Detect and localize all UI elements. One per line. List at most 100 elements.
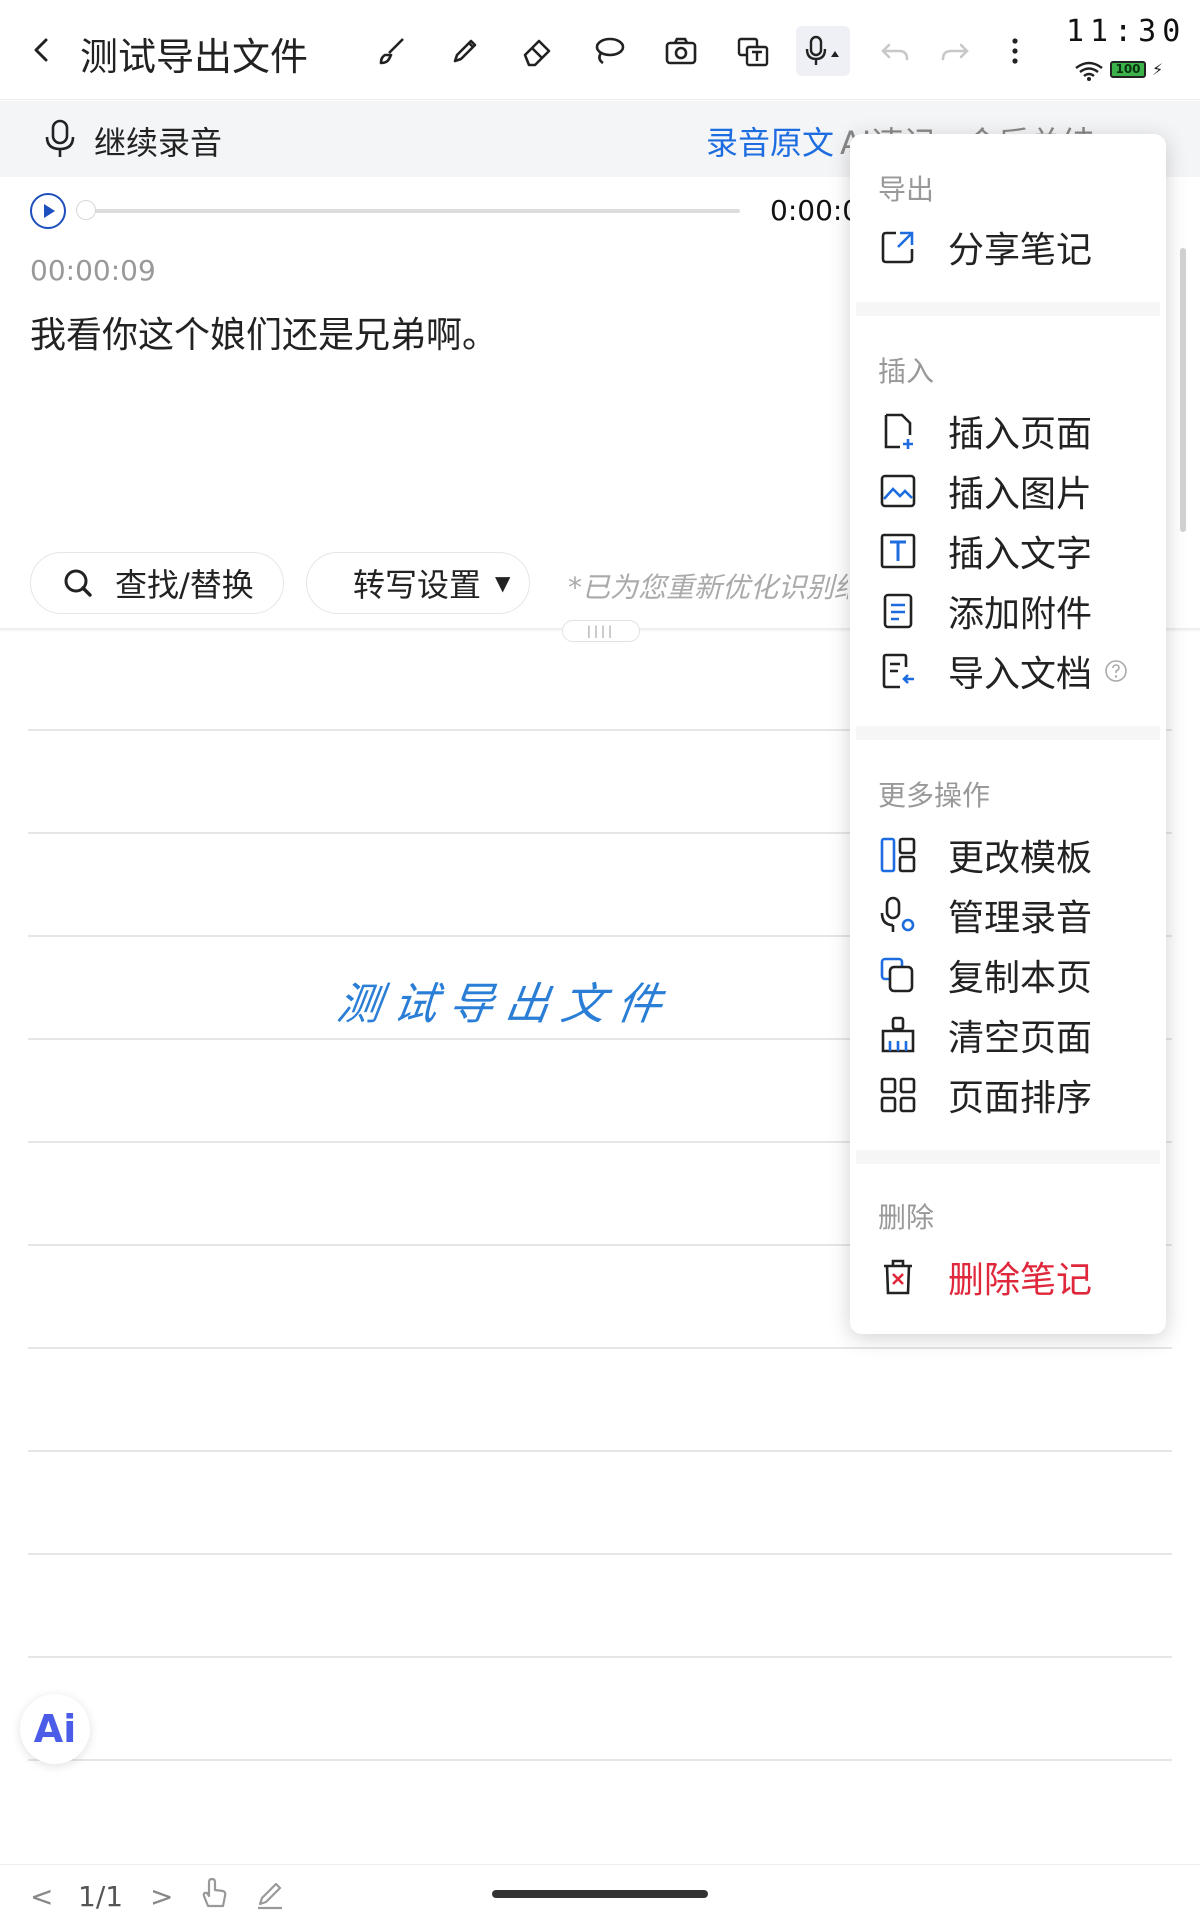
camera-tool[interactable]	[656, 26, 706, 76]
continue-recording-button[interactable]: 继续录音	[94, 118, 222, 164]
menu-item-insert-text[interactable]: 插入文字	[878, 526, 1138, 576]
share-icon	[881, 231, 914, 264]
ruled-line	[28, 1656, 1172, 1658]
play-icon	[44, 204, 55, 218]
transcript-timestamp: 00:00:09	[30, 254, 156, 287]
ruled-line	[28, 1759, 1172, 1761]
menu-section-export: 导出	[878, 173, 935, 206]
optimized-note: *已为您重新优化识别结果	[568, 571, 848, 604]
mic-settings-icon	[805, 35, 839, 65]
translate-icon	[737, 37, 769, 67]
menu-item-label: 更改模板	[948, 838, 1093, 879]
undo-button[interactable]	[870, 26, 920, 76]
image-icon	[880, 474, 916, 508]
insert-page-icon	[884, 413, 913, 449]
more-button[interactable]	[990, 26, 1040, 76]
menu-section-delete: 删除	[878, 1201, 935, 1234]
import-document-icon	[882, 653, 914, 689]
tab-recording-original[interactable]: 录音原文	[706, 118, 834, 164]
battery-indicator: 100	[1110, 61, 1146, 78]
translate-tool[interactable]	[728, 26, 778, 76]
previous-page-button[interactable]: <	[30, 1880, 53, 1913]
caret-down-icon: ▼	[495, 571, 511, 595]
menu-item-label: 清空页面	[948, 1018, 1093, 1059]
document-title[interactable]: 测试导出文件	[80, 26, 308, 81]
attachment-icon	[883, 593, 913, 629]
menu-item-sort-pages[interactable]: 页面排序	[878, 1070, 1138, 1120]
menu-item-label: 分享笔记	[948, 230, 1093, 271]
menu-item-change-template[interactable]: 更改模板	[878, 830, 1138, 880]
home-indicator[interactable]	[492, 1890, 708, 1898]
transcribe-settings-button[interactable]: 转写设置 ▼	[306, 552, 530, 614]
handwritten-text[interactable]: 测试导出文件	[334, 968, 679, 1032]
menu-item-label: 导入文档	[948, 654, 1093, 695]
broom-icon	[881, 1016, 915, 1053]
lasso-icon	[595, 37, 625, 65]
status-clock: 11:30	[1066, 14, 1187, 49]
menu-section-more: 更多操作	[878, 779, 991, 812]
menu-divider	[856, 1150, 1160, 1164]
mic-settings-tool[interactable]	[796, 26, 850, 76]
menu-item-label-danger: 删除笔记	[948, 1260, 1093, 1301]
undo-icon	[881, 43, 909, 61]
menu-item-copy-page[interactable]: 复制本页	[878, 950, 1138, 1000]
chevron-left-icon	[34, 38, 48, 62]
menu-item-label: 插入图片	[948, 474, 1093, 515]
more-vertical-icon	[1012, 38, 1018, 64]
menu-item-label: 复制本页	[948, 958, 1093, 999]
next-page-button[interactable]: >	[150, 1880, 173, 1913]
brush-tool[interactable]	[368, 26, 418, 76]
menu-divider	[856, 302, 1160, 316]
playback-progress[interactable]	[80, 209, 740, 213]
ruled-line	[28, 1450, 1172, 1452]
grid-icon	[880, 1077, 916, 1113]
menu-item-insert-page[interactable]: 插入页面	[878, 406, 1138, 456]
camera-icon	[665, 37, 697, 65]
menu-item-add-attachment[interactable]: 添加附件	[878, 586, 1138, 636]
help-icon[interactable]	[1104, 659, 1128, 683]
redo-button[interactable]	[930, 26, 980, 76]
transcript-text[interactable]: 我看你这个娘们还是兄弟啊。	[30, 306, 498, 358]
wifi-icon	[1075, 61, 1103, 81]
menu-item-delete-note[interactable]: 删除笔记	[878, 1252, 1138, 1302]
find-replace-label: 查找/替换	[115, 566, 254, 604]
pencil-icon	[453, 39, 477, 63]
menu-item-share-note[interactable]: 分享笔记	[878, 222, 1138, 272]
menu-divider	[856, 726, 1160, 740]
eraser-tool[interactable]	[512, 26, 562, 76]
scrollbar[interactable]	[1180, 248, 1186, 532]
panel-drag-handle[interactable]: ||||	[562, 620, 640, 642]
menu-item-label: 插入页面	[948, 414, 1093, 455]
trash-icon	[884, 1259, 912, 1295]
menu-item-clear-page[interactable]: 清空页面	[878, 1010, 1138, 1060]
eraser-icon	[523, 39, 551, 67]
menu-item-label: 插入文字	[948, 534, 1093, 575]
menu-item-insert-image[interactable]: 插入图片	[878, 466, 1138, 516]
back-button[interactable]	[20, 28, 64, 72]
page-indicator: 1/1	[78, 1880, 124, 1913]
redo-icon	[941, 43, 969, 61]
transcribe-settings-label: 转写设置	[353, 566, 482, 604]
menu-item-label: 页面排序	[948, 1078, 1093, 1119]
pen-tool-icon[interactable]	[254, 1878, 286, 1910]
play-button[interactable]	[30, 193, 66, 229]
find-replace-button[interactable]: 查找/替换	[30, 552, 284, 614]
playback-scrubber[interactable]	[76, 200, 96, 220]
menu-item-label: 管理录音	[948, 898, 1093, 939]
manage-recordings-icon	[880, 896, 915, 932]
pencil-tool[interactable]	[440, 26, 490, 76]
menu-item-label: 添加附件	[948, 594, 1093, 635]
search-icon	[64, 569, 92, 597]
hand-tool-icon[interactable]	[198, 1876, 230, 1910]
brush-icon	[379, 38, 404, 65]
copy-icon	[880, 957, 914, 993]
ruled-line	[28, 1347, 1172, 1349]
charging-icon: ⚡	[1152, 60, 1164, 79]
menu-section-insert: 插入	[878, 355, 935, 388]
ai-assistant-button[interactable]: Ai	[20, 1694, 90, 1764]
menu-item-import-document[interactable]: 导入文档	[878, 646, 1138, 696]
template-icon	[880, 837, 916, 873]
text-box-icon	[880, 533, 916, 569]
lasso-tool[interactable]	[584, 26, 634, 76]
menu-item-manage-recordings[interactable]: 管理录音	[878, 890, 1138, 940]
